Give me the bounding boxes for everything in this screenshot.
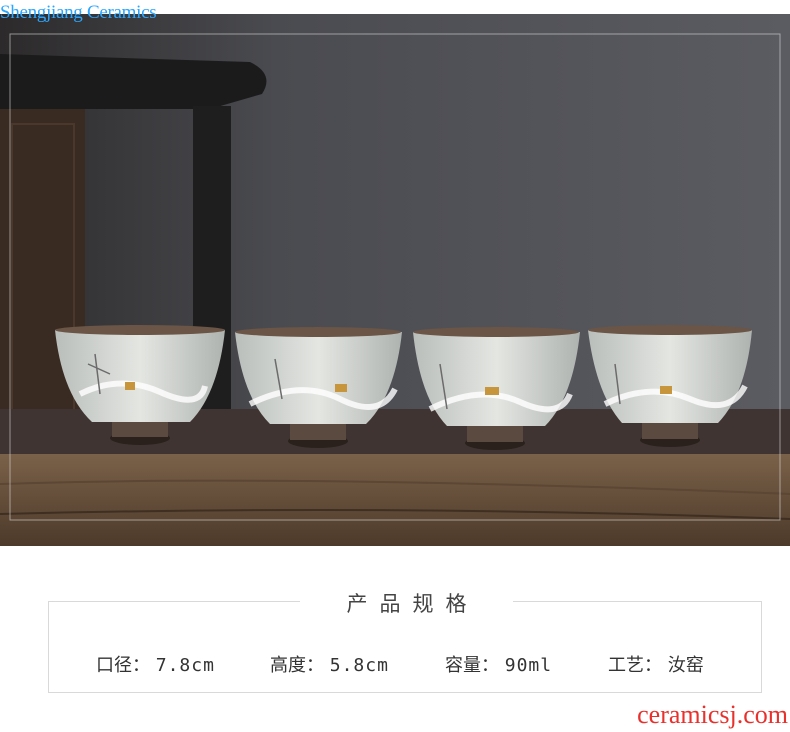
spec-capacity-label: 容量： [445,655,499,676]
spec-diameter-value: 7.8cm [155,655,215,676]
spec-craft: 工艺： 汝窑 [608,651,704,677]
product-photo [0,14,790,546]
spec-craft-label: 工艺： [608,655,662,676]
spec-capacity-value: 90ml [504,655,553,676]
spec-title: 产品规格 [346,592,479,616]
spec-height: 高度： 5.8cm [270,651,389,677]
brand-watermark-top: Shengjiang Ceramics [0,2,157,23]
spec-capacity: 容量： 90ml [445,651,552,677]
spec-diameter: 口径： 7.8cm [96,651,215,677]
spec-craft-value: 汝窑 [667,655,704,676]
spec-height-label: 高度： [270,655,324,676]
spec-height-value: 5.8cm [329,655,389,676]
spec-diameter-label: 口径： [96,655,150,676]
site-watermark-bottom: ceramicsj.com [637,700,788,729]
